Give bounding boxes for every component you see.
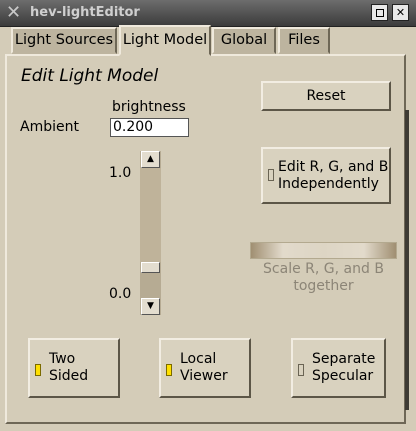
tab-global[interactable]: Global [212, 27, 276, 54]
restore-icon [375, 9, 384, 17]
scale-line-1: Scale R, G, and B [263, 261, 384, 277]
two-sided-toggle[interactable]: Two Sided [28, 338, 120, 398]
local-viewer-label: Local Viewer [180, 351, 228, 385]
edit-rgb-independently-button[interactable]: Edit R, G, and B Independently [261, 147, 391, 204]
rgb-line-2: Independently [278, 176, 379, 192]
title-bar: ✕ hev-lightEditor ✕ [0, 0, 416, 27]
slider-min-label: 0.0 [109, 286, 132, 302]
tab-files[interactable]: Files [278, 27, 330, 54]
two-sided-line-1: Two [49, 351, 76, 367]
scale-line-2: together [293, 278, 354, 294]
slider-thumb[interactable] [141, 262, 160, 273]
slider-down-button[interactable]: ▼ [141, 298, 160, 315]
close-button[interactable]: ✕ [392, 4, 409, 21]
page-title: Edit Light Model [21, 66, 159, 86]
tab-light-model[interactable]: Light Model [119, 25, 211, 56]
separate-specular-line-1: Separate [312, 351, 376, 367]
reset-button[interactable]: Reset [261, 81, 391, 111]
local-viewer-line-2: Viewer [180, 368, 228, 384]
separate-specular-label: Separate Specular [312, 351, 375, 385]
panel-shadow-edge [405, 110, 409, 410]
two-sided-line-2: Sided [49, 368, 89, 384]
two-sided-indicator [35, 364, 41, 376]
ambient-input[interactable]: 0.200 [110, 118, 189, 137]
close-icon: ✕ [395, 6, 406, 19]
window-title: hev-lightEditor [30, 5, 140, 20]
tab-light-sources[interactable]: Light Sources [11, 27, 117, 54]
rgb-button-label: Edit R, G, and B Independently [278, 159, 388, 193]
slider-trough [140, 168, 161, 262]
scale-rgb-slider [250, 242, 397, 259]
scale-rgb-label: Scale R, G, and B together [250, 261, 397, 295]
brightness-label: brightness [112, 99, 186, 115]
rgb-line-1: Edit R, G, and B [278, 159, 389, 175]
local-viewer-toggle[interactable]: Local Viewer [159, 338, 251, 398]
local-viewer-indicator [166, 364, 172, 376]
x-window-icon: ✕ [6, 2, 22, 23]
restore-button[interactable] [371, 4, 388, 21]
slider-up-button[interactable]: ▲ [141, 151, 160, 168]
arrow-up-icon: ▲ [147, 154, 154, 164]
ambient-label: Ambient [20, 119, 79, 135]
separate-specular-indicator [298, 364, 304, 376]
arrow-down-icon: ▼ [147, 301, 154, 311]
rgb-indicator [268, 169, 274, 181]
local-viewer-line-1: Local [180, 351, 217, 367]
slider-max-label: 1.0 [109, 165, 132, 181]
separate-specular-line-2: Specular [312, 368, 374, 384]
two-sided-label: Two Sided [49, 351, 88, 385]
separate-specular-toggle[interactable]: Separate Specular [291, 338, 386, 398]
